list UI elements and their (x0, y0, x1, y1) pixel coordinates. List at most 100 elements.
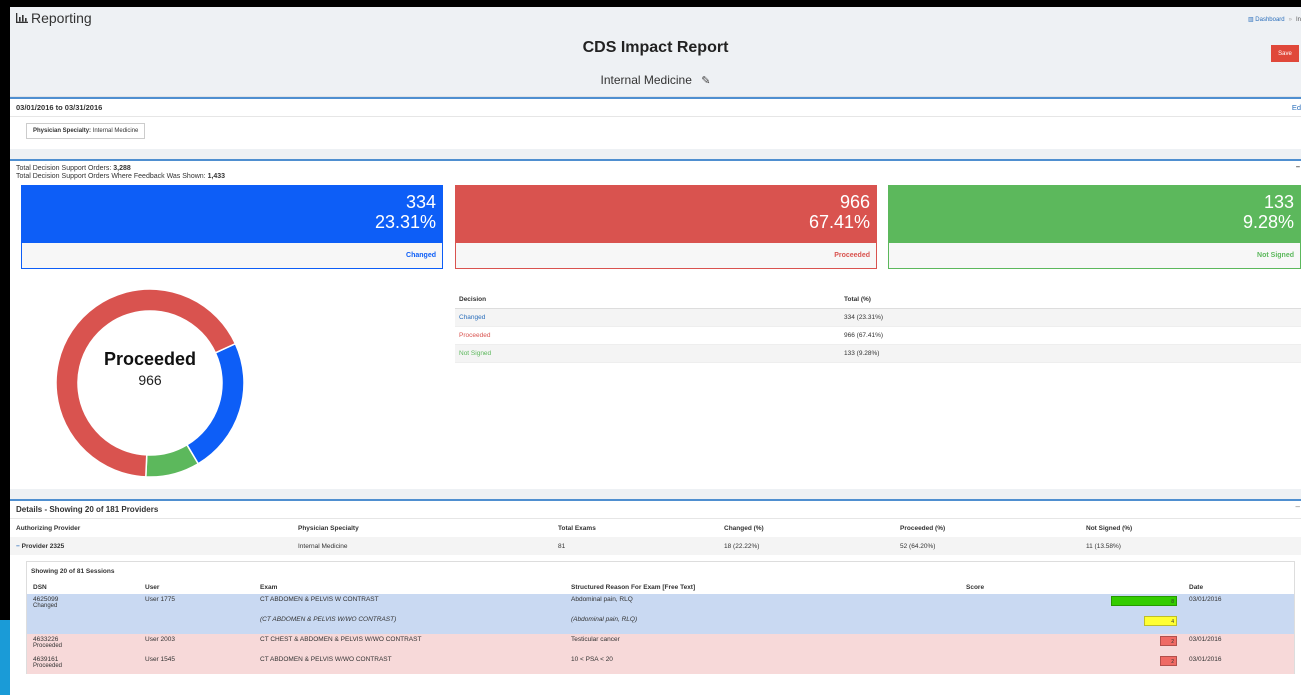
collapse-icon[interactable]: – (1296, 502, 1300, 511)
sessions-table: DSN User Exam Structured Reason For Exam… (27, 581, 1294, 674)
session-dsn[interactable]: 4625099 (33, 596, 58, 603)
column-header[interactable]: Date (1183, 581, 1294, 594)
column-header[interactable]: Physician Specialty (292, 519, 552, 537)
column-header[interactable]: Proceeded (%) (894, 519, 1080, 537)
total-orders-value: 3,288 (113, 165, 131, 172)
page-subtitle: Internal Medicine ✎ (10, 73, 1301, 87)
column-header[interactable]: Exam (254, 581, 565, 594)
column-header[interactable]: User (139, 581, 254, 594)
proceeded-card-body: 966 67.41% (456, 186, 876, 243)
sessions-title: Showing 20 of 81 Sessions (31, 568, 115, 575)
table-row[interactable]: Not Signed 133 (9.28%) (455, 344, 1301, 363)
donut-slice-not-signed[interactable] (145, 443, 200, 478)
not-signed-card[interactable]: 133 9.28% Not Signed (888, 185, 1301, 269)
report-page: Reporting ▥ Dashboard » In CDS Impact Re… (10, 7, 1301, 695)
app-brand[interactable]: Reporting (16, 10, 92, 26)
provider-row[interactable]: − Provider 2325 Internal Medicine 81 18 … (10, 537, 1301, 555)
column-header[interactable]: Authorizing Provider (10, 519, 292, 537)
feedback-orders-line: Total Decision Support Orders Where Feed… (16, 173, 1295, 181)
donut-label: Proceeded (103, 349, 197, 369)
score-badge: 4 (1144, 616, 1177, 626)
decision-total: 133 (9.28%) (840, 344, 1301, 363)
decision-table: Decision Total (%) Changed 334 (23.31%) … (455, 291, 1301, 363)
card-count: 966 (839, 192, 870, 212)
card-percent: 67.41% (808, 212, 870, 232)
specialty-filter-chip[interactable]: Physician Specialty: Internal Medicine (26, 123, 146, 139)
summary-panel: Total Decision Support Orders: 3,288 Tot… (10, 159, 1301, 489)
column-header[interactable]: Score (960, 581, 1183, 594)
card-count: 133 (1263, 192, 1294, 212)
collapse-icon[interactable]: – (1296, 163, 1300, 171)
column-header[interactable]: Structured Reason For Exam [Free Text] (565, 581, 960, 594)
table-row[interactable]: Changed 334 (23.31%) (455, 308, 1301, 327)
details-title: Details - Showing 20 of 181 Providers (16, 505, 159, 514)
app-title: Reporting (31, 10, 92, 26)
collapse-row-icon[interactable]: − (16, 543, 20, 550)
session-reason: Testicular cancer (565, 634, 960, 654)
session-score-cell: 2 (960, 634, 1183, 654)
decision-table-header: Decision Total (%) (455, 291, 1301, 309)
left-accent-bar (0, 620, 10, 695)
session-exam: CT ABDOMEN & PELVIS W/WO CONTRAST (254, 654, 565, 674)
sessions-table-header: DSN User Exam Structured Reason For Exam… (27, 581, 1294, 594)
session-status: Proceeded (33, 663, 63, 669)
provider-name: Provider 2325 (21, 542, 65, 550)
column-header[interactable]: Decision (455, 291, 840, 309)
session-dsn[interactable]: 4639161 (33, 656, 58, 663)
subtitle-text: Internal Medicine (600, 73, 692, 87)
score-badge: 2 (1160, 636, 1177, 646)
changed-card-body: 334 23.31% (22, 186, 442, 243)
page-title: CDS Impact Report (582, 39, 729, 56)
table-row[interactable]: Proceeded 966 (67.41%) (455, 326, 1301, 345)
section-gap (10, 489, 1301, 499)
bar-chart-icon: ▥ (1247, 17, 1254, 23)
column-header[interactable]: DSN (27, 581, 139, 594)
column-header[interactable]: Changed (%) (718, 519, 894, 537)
session-row-alternative[interactable]: (CT ABDOMEN & PELVIS W/WO CONTRAST) (Abd… (27, 614, 1294, 634)
provider-name-cell: − Provider 2325 (10, 537, 292, 555)
breadcrumb-dashboard-label: Dashboard (1255, 17, 1285, 23)
pencil-icon[interactable]: ✎ (701, 74, 710, 87)
details-header: Details - Showing 20 of 181 Providers – (10, 501, 1301, 519)
column-header[interactable]: Not Signed (%) (1080, 519, 1301, 537)
score-badge: 2 (1160, 656, 1177, 666)
report-header: Reporting ▥ Dashboard » In CDS Impact Re… (10, 7, 1301, 97)
session-score-cell: 8 (960, 594, 1183, 614)
feedback-orders-label: Total Decision Support Orders Where Feed… (16, 173, 206, 180)
session-dsn[interactable]: 4633226 (33, 636, 58, 643)
session-user: User 1775 (139, 594, 254, 614)
edit-link[interactable]: Ed (1292, 103, 1301, 112)
session-dsn-cell: 4633226 Proceeded (27, 634, 139, 654)
session-date: 03/01/2016 (1183, 654, 1294, 674)
session-date: 03/01/2016 (1183, 594, 1294, 614)
session-row[interactable]: 4625099 Changed User 1775 CT ABDOMEN & PE… (27, 594, 1294, 614)
session-dsn-cell (27, 614, 139, 634)
proceeded-card[interactable]: 966 67.41% Proceeded (455, 185, 877, 269)
session-exam: (CT ABDOMEN & PELVIS W/WO CONTRAST) (254, 614, 565, 634)
totals-summary: Total Decision Support Orders: 3,288 Tot… (10, 161, 1301, 185)
provider-total: 81 (552, 537, 718, 555)
save-button[interactable]: Save (1271, 45, 1299, 62)
details-panel: Details - Showing 20 of 181 Providers – … (10, 499, 1301, 695)
total-orders-label: Total Decision Support Orders: (16, 165, 112, 172)
session-score-cell: 4 (960, 614, 1183, 634)
decision-name: Not Signed (455, 344, 840, 363)
not-signed-card-body: 133 9.28% (889, 186, 1300, 243)
column-header[interactable]: Total Exams (552, 519, 718, 537)
breadcrumb: ▥ Dashboard » In (1248, 16, 1301, 24)
provider-specialty: Internal Medicine (292, 537, 552, 555)
score-badge: 8 (1111, 596, 1177, 606)
changed-card[interactable]: 334 23.31% Changed (21, 185, 443, 269)
filter-panel: 03/01/2016 to 03/31/2016 Ed Physician Sp… (10, 97, 1301, 149)
card-percent: 9.28% (1242, 212, 1294, 232)
session-row[interactable]: 4639161 Proceeded User 1545 CT ABDOMEN & … (27, 654, 1294, 674)
session-date: 03/01/2016 (1183, 634, 1294, 654)
breadcrumb-dashboard[interactable]: ▥ Dashboard (1248, 16, 1285, 23)
donut-center-label: Proceeded 966 (50, 349, 250, 388)
column-header[interactable]: Total (%) (840, 291, 1301, 309)
session-row[interactable]: 4633226 Proceeded User 2003 CT CHEST & AB… (27, 634, 1294, 654)
session-score-cell: 2 (960, 654, 1183, 674)
provider-table-header: Authorizing Provider Physician Specialty… (10, 519, 1301, 537)
decision-name: Proceeded (455, 326, 840, 345)
date-range-header: 03/01/2016 to 03/31/2016 Ed (10, 99, 1301, 117)
